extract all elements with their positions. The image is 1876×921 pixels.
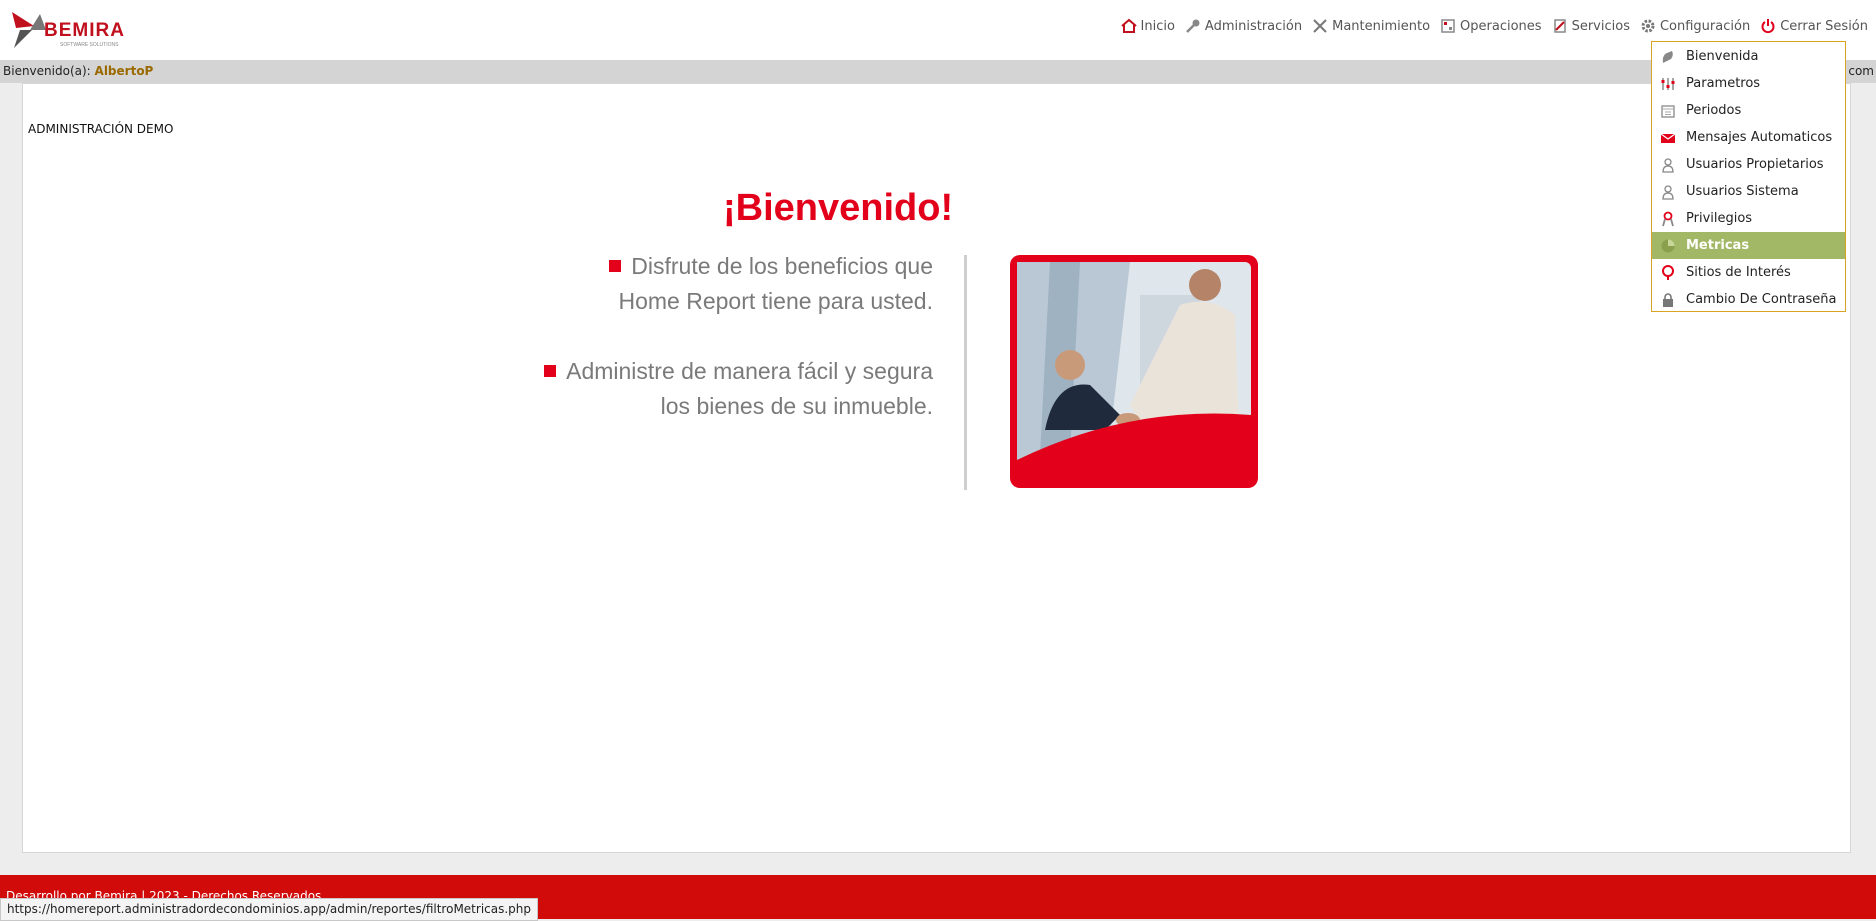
chart-icon	[1661, 239, 1675, 252]
menu-item-usuarios-propietarios[interactable]: Usuarios Propietarios	[1652, 151, 1845, 178]
svg-text:BEMIRA: BEMIRA	[44, 20, 125, 41]
main-panel: ADMINISTRACIÓN DEMO ¡Bienvenido! Disfrut…	[22, 83, 1851, 853]
nav-administracion[interactable]: Administración	[1185, 18, 1302, 34]
bullet-square-icon	[544, 365, 557, 377]
bullet-1-line-2: Home Report tiene para usted.	[618, 288, 933, 314]
bullet-square-icon	[609, 260, 622, 272]
menu-item-label: Parametros	[1686, 76, 1761, 91]
tools-icon	[1313, 19, 1327, 33]
welcome-title: ¡Bienvenido!	[723, 187, 954, 229]
bemira-logo[interactable]: BEMIRA SOFTWARE SOLUTIONS	[10, 8, 140, 52]
nav-inicio-label: Inicio	[1140, 18, 1175, 34]
pin-icon	[1662, 264, 1674, 280]
menu-item-label: Cambio De Contraseña	[1686, 292, 1837, 307]
nav-administracion-label: Administración	[1204, 18, 1303, 34]
main-nav: Inicio Administración Mantenimiento Oper…	[1111, 18, 1868, 34]
menu-item-label: Privilegios	[1686, 211, 1753, 226]
menu-item-metricas[interactable]: Metricas	[1652, 232, 1845, 259]
power-icon	[1761, 19, 1775, 34]
nav-operaciones[interactable]: Operaciones	[1440, 18, 1542, 34]
calculator-icon	[1441, 19, 1455, 33]
nav-mantenimiento-label: Mantenimiento	[1332, 18, 1431, 34]
divider-line	[964, 255, 967, 490]
menu-item-periodos[interactable]: Periodos	[1652, 97, 1845, 124]
menu-item-label: Metricas	[1686, 238, 1750, 253]
configuracion-dropdown: Bienvenida Parametros Periodos Mensajes …	[1651, 41, 1846, 312]
menu-item-usuarios-sistema[interactable]: Usuarios Sistema	[1652, 178, 1845, 205]
nav-mantenimiento[interactable]: Mantenimiento	[1312, 18, 1430, 34]
current-user: AlbertoP	[94, 64, 154, 78]
home-icon	[1120, 18, 1137, 33]
menu-item-label: Usuarios Propietarios	[1686, 157, 1824, 172]
handshake-image	[1010, 255, 1258, 488]
menu-item-label: Sitios de Interés	[1686, 265, 1791, 280]
benefit-bullet-1: Disfrute de los beneficios que Home Repo…	[473, 249, 933, 319]
menu-item-label: Mensajes Automaticos	[1686, 130, 1833, 145]
welcome-right-text: com	[1848, 64, 1874, 78]
sliders-icon	[1661, 77, 1675, 90]
user-icon	[1662, 157, 1674, 173]
welcome-bar: Bienvenido(a): AlbertoP com	[0, 60, 1876, 83]
menu-item-sitios-de-interes[interactable]: Sitios de Interés	[1652, 259, 1845, 286]
services-icon	[1553, 19, 1566, 33]
bullet-2-line-2: los bienes de su inmueble.	[660, 393, 933, 419]
key-icon	[1186, 19, 1200, 33]
svg-text:SOFTWARE SOLUTIONS: SOFTWARE SOLUTIONS	[60, 42, 119, 48]
bullet-1-line-1: Disfrute de los beneficios que	[631, 253, 933, 279]
menu-item-cambio-de-contrasena[interactable]: Cambio De Contraseña	[1652, 286, 1845, 313]
menu-item-label: Periodos	[1686, 103, 1742, 118]
menu-item-privilegios[interactable]: Privilegios	[1652, 205, 1845, 232]
nav-servicios-label: Servicios	[1571, 18, 1630, 34]
bullet-2-line-1: Administre de manera fácil y segura	[566, 358, 933, 384]
menu-item-bienvenida[interactable]: Bienvenida	[1652, 43, 1845, 70]
menu-item-label: Usuarios Sistema	[1686, 184, 1799, 199]
top-header: BEMIRA SOFTWARE SOLUTIONS Inicio Adminis…	[0, 0, 1876, 60]
mail-icon	[1660, 133, 1676, 143]
nav-cerrar-sesion[interactable]: Cerrar Sesión	[1760, 18, 1868, 34]
calendar-icon	[1661, 104, 1675, 118]
gear-icon	[1641, 19, 1655, 33]
menu-item-mensajes-automaticos[interactable]: Mensajes Automaticos	[1652, 124, 1845, 151]
nav-operaciones-label: Operaciones	[1460, 18, 1542, 34]
menu-item-label: Bienvenida	[1686, 49, 1759, 64]
welcome-prefix: Bienvenido(a):	[3, 64, 91, 78]
welcome-text: Bienvenido(a): AlbertoP	[3, 60, 153, 83]
hand-icon	[1662, 50, 1673, 63]
menu-item-parametros[interactable]: Parametros	[1652, 70, 1845, 97]
nav-cerrar-sesion-label: Cerrar Sesión	[1780, 18, 1868, 34]
nav-configuracion[interactable]: Configuración	[1640, 18, 1750, 34]
benefit-bullet-2: Administre de manera fácil y segura los …	[473, 354, 933, 424]
organization-name: ADMINISTRACIÓN DEMO	[28, 122, 174, 136]
nav-servicios[interactable]: Servicios	[1552, 18, 1630, 34]
user-icon	[1662, 184, 1674, 200]
nav-configuracion-label: Configuración	[1659, 18, 1751, 34]
browser-status-url: https://homereport.administradordecondom…	[0, 898, 539, 921]
ribbon-icon	[1662, 211, 1674, 226]
lock-icon	[1663, 292, 1673, 307]
nav-inicio[interactable]: Inicio	[1120, 18, 1175, 34]
